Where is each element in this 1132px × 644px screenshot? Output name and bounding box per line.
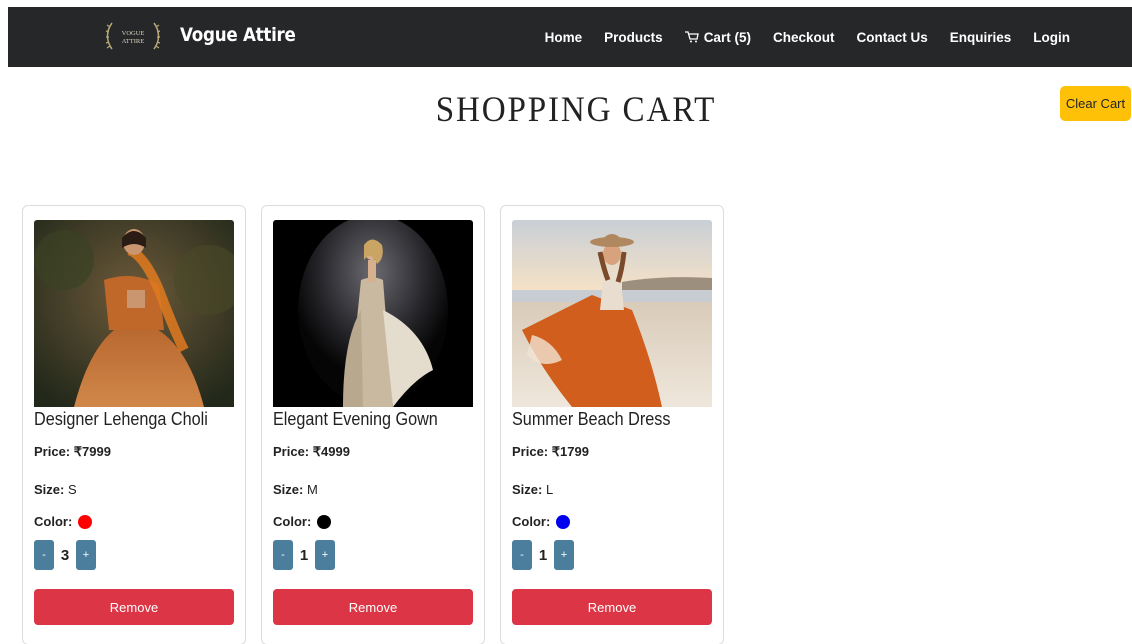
size-value: L <box>545 482 554 497</box>
price-row: Price: ₹4999 <box>273 444 350 460</box>
price-label: Price: <box>512 444 552 459</box>
cart-item-card: Elegant Evening Gown Price: ₹4999 Size: … <box>261 205 485 644</box>
product-image <box>273 220 473 407</box>
price-row: Price: ₹1799 <box>512 444 589 460</box>
quantity-stepper: - 1 + <box>512 540 574 570</box>
nav-products[interactable]: Products <box>604 30 663 45</box>
nav-checkout[interactable]: Checkout <box>773 30 835 45</box>
price-value: ₹1799 <box>551 444 589 459</box>
cart-item-card: Designer Lehenga Choli Price: ₹7999 Size… <box>22 205 246 644</box>
remove-button[interactable]: Remove <box>512 589 712 625</box>
quantity-value: 1 <box>538 546 548 564</box>
size-label: Size: <box>512 482 546 497</box>
price-label: Price: <box>34 444 74 459</box>
quantity-value: 1 <box>299 546 309 564</box>
nav-cart[interactable]: Cart (5) <box>684 29 751 45</box>
logo-text-line2: ATTIRE <box>122 38 144 45</box>
product-name: Elegant Evening Gown <box>273 409 438 429</box>
quantity-stepper: - 3 + <box>34 540 96 570</box>
color-label: Color: <box>512 514 551 529</box>
color-row: Color: <box>273 514 332 529</box>
product-image <box>34 220 234 407</box>
remove-button[interactable]: Remove <box>34 589 234 625</box>
color-label: Color: <box>34 514 73 529</box>
nav-contact-us[interactable]: Contact Us <box>856 30 927 45</box>
product-image <box>512 220 712 407</box>
brand-logo[interactable]: VOGUE ATTIRE <box>104 19 162 55</box>
color-swatch <box>317 514 332 529</box>
color-swatch <box>556 514 571 529</box>
brand-name[interactable]: Vogue Attire <box>180 24 296 46</box>
nav-home[interactable]: Home <box>545 30 583 45</box>
size-row: Size: S <box>34 482 77 497</box>
price-row: Price: ₹7999 <box>34 444 111 460</box>
product-name: Summer Beach Dress <box>512 409 671 429</box>
product-name: Designer Lehenga Choli <box>34 409 208 429</box>
cart-item-card: Summer Beach Dress Price: ₹1799 Size: L … <box>500 205 724 644</box>
price-value: ₹4999 <box>312 444 350 459</box>
clear-cart-button[interactable]: Clear Cart <box>1060 86 1131 121</box>
size-label: Size: <box>34 482 68 497</box>
logo-text-line1: VOGUE <box>122 30 145 37</box>
decrease-quantity-button[interactable]: - <box>512 540 532 570</box>
decrease-quantity-button[interactable]: - <box>34 540 54 570</box>
quantity-value: 3 <box>60 546 70 564</box>
nav-links: Home Products Cart (5) Checkout Contact … <box>523 7 1070 67</box>
page-title: SHOPPING CART <box>435 89 717 129</box>
size-row: Size: M <box>273 482 318 497</box>
size-row: Size: L <box>512 482 553 497</box>
size-value: M <box>306 482 318 497</box>
decrease-quantity-button[interactable]: - <box>273 540 293 570</box>
price-value: ₹7999 <box>73 444 111 459</box>
nav-login[interactable]: Login <box>1033 30 1070 45</box>
cart-icon <box>684 31 699 43</box>
increase-quantity-button[interactable]: + <box>554 540 574 570</box>
increase-quantity-button[interactable]: + <box>76 540 96 570</box>
remove-button[interactable]: Remove <box>273 589 473 625</box>
nav-cart-label: Cart (5) <box>703 29 751 45</box>
nav-enquiries[interactable]: Enquiries <box>950 30 1012 45</box>
navbar: VOGUE ATTIRE Vogue Attire Home Products … <box>8 7 1132 67</box>
color-label: Color: <box>273 514 312 529</box>
color-swatch <box>78 514 93 529</box>
size-label: Size: <box>273 482 307 497</box>
color-row: Color: <box>512 514 571 529</box>
color-row: Color: <box>34 514 93 529</box>
cart-items: Designer Lehenga Choli Price: ₹7999 Size… <box>22 205 724 644</box>
increase-quantity-button[interactable]: + <box>315 540 335 570</box>
quantity-stepper: - 1 + <box>273 540 335 570</box>
size-value: S <box>67 482 77 497</box>
price-label: Price: <box>273 444 313 459</box>
